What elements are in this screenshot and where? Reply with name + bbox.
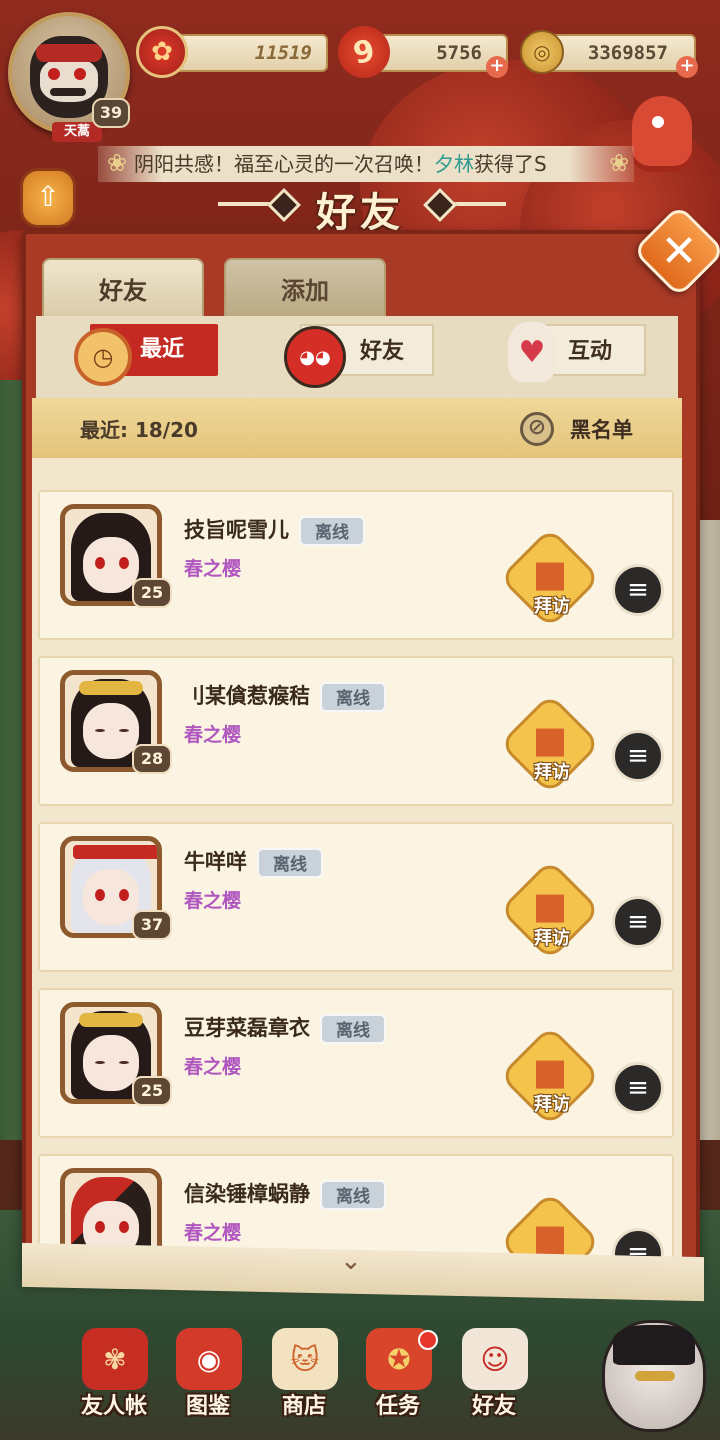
friend-level-badge: 37 bbox=[132, 910, 172, 940]
friend-name: 信染锤樟蜗静 离线 bbox=[184, 1178, 386, 1210]
notification-dot bbox=[418, 1330, 438, 1350]
add-coin-button[interactable]: + bbox=[676, 56, 698, 78]
more-menu-button[interactable]: ≡ bbox=[612, 564, 664, 616]
more-menu-button[interactable]: ≡ bbox=[612, 1062, 664, 1114]
tab-add[interactable]: 添加 bbox=[224, 258, 386, 322]
friend-name-text: 刂某僋惹瘊秸 bbox=[184, 684, 310, 708]
visit-label[interactable]: 拜访 bbox=[518, 592, 586, 618]
ticker-flower-icon: ❀ bbox=[608, 149, 630, 177]
tab-friends[interactable]: 好友 bbox=[42, 258, 204, 322]
status-badge: 离线 bbox=[257, 848, 323, 878]
nav-label: 任务 bbox=[375, 1394, 420, 1419]
friend-row[interactable]: 37 牛咩咩 离线 春之樱 拜访 ≡ bbox=[38, 822, 674, 972]
ticker-text-before: 阴阳共感！福至心灵的一次召唤！ bbox=[134, 152, 434, 176]
nav-label: 友人帐 bbox=[80, 1394, 147, 1419]
friend-name-text: 技旨呢雪儿 bbox=[184, 518, 289, 542]
stamina-icon: ✿ bbox=[136, 26, 188, 78]
koi-banner-icon[interactable] bbox=[632, 96, 692, 172]
friend-name: 刂某僋惹瘊秸 离线 bbox=[184, 680, 386, 712]
friend-name: 豆芽菜磊章衣 离线 bbox=[184, 1012, 386, 1044]
friend-list[interactable]: 25 技旨呢雪儿 离线 春之樱 拜访 ≡ 28 刂某僋惹瘊秸 离线 春之樱 拜访 ≡… bbox=[32, 458, 682, 1268]
title-ornament-left bbox=[218, 202, 288, 206]
title-ornament-right bbox=[436, 202, 506, 206]
book-icon: ✾ bbox=[82, 1328, 148, 1390]
nav-label: 商店 bbox=[281, 1394, 326, 1419]
add-magatama-button[interactable]: + bbox=[486, 56, 508, 78]
shikigami-avatar-button[interactable] bbox=[602, 1320, 706, 1432]
blacklist-icon[interactable]: ⊘ bbox=[520, 412, 554, 446]
friend-level-badge: 25 bbox=[132, 1076, 172, 1106]
blacklist-button[interactable]: 黑名单 bbox=[570, 414, 633, 444]
hamburger-icon: ≡ bbox=[627, 907, 649, 937]
hamburger-icon: ≡ bbox=[627, 1073, 649, 1103]
friends-dolls-icon: ☺ bbox=[462, 1328, 528, 1390]
scroll-down-icon[interactable]: ⌄ bbox=[340, 1246, 362, 1276]
hamburger-icon: ≡ bbox=[627, 741, 649, 771]
friend-name-text: 豆芽菜磊章衣 bbox=[184, 1016, 310, 1040]
daruma-icon: ◕◕ bbox=[284, 326, 346, 388]
visit-label[interactable]: 拜访 bbox=[518, 924, 586, 950]
more-menu-button[interactable]: ≡ bbox=[612, 730, 664, 782]
ticker-flower-icon: ❀ bbox=[106, 149, 128, 177]
friend-guild: 春之樱 bbox=[184, 1222, 242, 1244]
close-icon: ✕ bbox=[660, 225, 698, 277]
nav-label: 图鉴 bbox=[185, 1394, 230, 1419]
lantern-up-icon[interactable]: ⇧ bbox=[20, 168, 76, 228]
hamburger-icon: ≡ bbox=[627, 575, 649, 605]
clock-icon: ◷ bbox=[74, 328, 132, 386]
status-badge: 离线 bbox=[299, 516, 365, 546]
friend-row[interactable]: 28 刂某僋惹瘊秸 离线 春之樱 拜访 ≡ bbox=[38, 656, 674, 806]
visit-label[interactable]: 拜访 bbox=[518, 758, 586, 784]
eye-scroll-icon: ◉ bbox=[176, 1328, 242, 1390]
nav-shop[interactable]: 🐱 商店 bbox=[258, 1324, 350, 1430]
doll-icon: ♥ bbox=[508, 322, 556, 382]
friend-guild: 春之樱 bbox=[184, 890, 242, 912]
recent-count-label: 最近: 18/20 bbox=[80, 418, 198, 442]
ticker-text-after: 获得了S bbox=[474, 152, 547, 176]
status-badge: 离线 bbox=[320, 1014, 386, 1044]
more-menu-button[interactable]: ≡ bbox=[612, 896, 664, 948]
ticker-player-name: 夕林 bbox=[434, 152, 474, 176]
friend-name: 牛咩咩 离线 bbox=[184, 846, 323, 878]
friend-level-badge: 25 bbox=[132, 578, 172, 608]
nav-friends[interactable]: ☺ 好友 bbox=[448, 1324, 540, 1430]
status-badge: 离线 bbox=[320, 682, 386, 712]
friend-level-badge: 28 bbox=[132, 744, 172, 774]
friend-guild: 春之樱 bbox=[184, 558, 242, 580]
nav-encyclopedia[interactable]: ◉ 图鉴 bbox=[162, 1324, 254, 1430]
status-badge: 离线 bbox=[320, 1180, 386, 1210]
friend-row[interactable]: 25 豆芽菜磊章衣 离线 春之樱 拜访 ≡ bbox=[38, 988, 674, 1138]
player-level-badge: 39 bbox=[92, 98, 130, 128]
announcement-ticker: 阴阳共感！福至心灵的一次召唤！夕林获得了S bbox=[98, 146, 634, 182]
visit-label[interactable]: 拜访 bbox=[518, 1090, 586, 1116]
friend-guild: 春之樱 bbox=[184, 724, 242, 746]
lucky-cat-icon: 🐱 bbox=[272, 1328, 338, 1390]
friend-name-text: 牛咩咩 bbox=[184, 850, 247, 874]
friend-name-text: 信染锤樟蜗静 bbox=[184, 1182, 310, 1206]
friend-guild: 春之樱 bbox=[184, 1056, 242, 1078]
nav-friend-book[interactable]: ✾ 友人帐 bbox=[68, 1324, 160, 1430]
friend-name: 技旨呢雪儿 离线 bbox=[184, 514, 365, 546]
friend-row[interactable]: 25 技旨呢雪儿 离线 春之樱 拜访 ≡ bbox=[38, 490, 674, 640]
nav-label: 好友 bbox=[471, 1394, 516, 1419]
coin-icon: ◎ bbox=[520, 30, 564, 74]
